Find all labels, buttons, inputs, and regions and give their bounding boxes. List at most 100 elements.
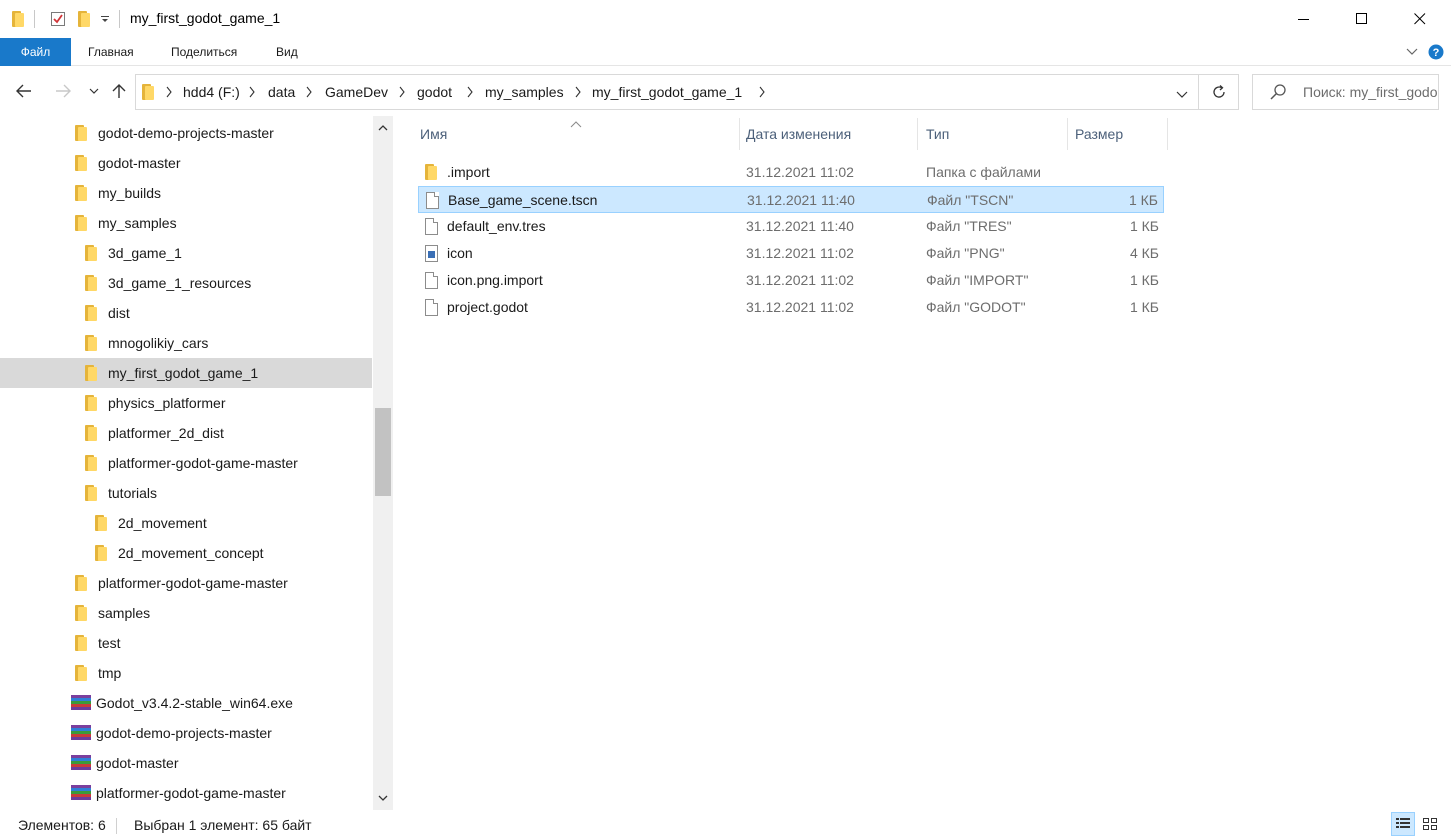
breadcrumb-my-samples[interactable]: my_samples <box>485 84 564 100</box>
expand-ribbon-icon[interactable] <box>1402 38 1422 66</box>
breadcrumb-separator-icon[interactable] <box>306 85 312 101</box>
nav-item[interactable]: godot-demo-projects-master <box>0 718 372 748</box>
breadcrumb-drive[interactable]: hdd4 (F:) <box>183 84 240 100</box>
back-button[interactable] <box>12 79 36 103</box>
column-header-name[interactable]: Имя <box>420 116 447 152</box>
column-header-type[interactable]: Тип <box>926 116 949 152</box>
nav-item[interactable]: platformer-godot-game-master <box>0 568 372 598</box>
scroll-up-arrow-icon[interactable] <box>373 118 393 138</box>
nav-item-label: samples <box>98 605 151 621</box>
archive-icon <box>71 695 91 711</box>
nav-item[interactable]: godot-master <box>0 148 372 178</box>
minimize-button[interactable] <box>1275 0 1333 38</box>
nav-item[interactable]: 3d_game_1_resources <box>0 268 372 298</box>
address-history-dropdown-icon[interactable] <box>1176 86 1188 102</box>
folder-icon <box>85 245 97 261</box>
scrollbar-thumb[interactable] <box>375 408 391 496</box>
breadcrumb-separator-icon[interactable] <box>399 85 405 101</box>
tab-view[interactable]: Вид <box>276 38 298 66</box>
file-date: 31.12.2021 11:02 <box>746 164 854 180</box>
nav-item[interactable]: 2d_movement <box>0 508 372 538</box>
breadcrumb-separator-icon[interactable] <box>166 85 172 101</box>
column-separator[interactable] <box>1067 118 1068 150</box>
help-icon[interactable]: ? <box>1426 38 1446 66</box>
customize-dropdown-icon[interactable] <box>98 9 112 29</box>
file-row[interactable]: project.godot 31.12.2021 11:02 Файл "GODOT… <box>418 294 1164 321</box>
file-row[interactable]: default_env.tres 31.12.2021 11:40 Файл "TR… <box>418 213 1164 240</box>
nav-item[interactable]: my_first_godot_game_1 <box>0 358 372 388</box>
nav-item[interactable]: 2d_movement_concept <box>0 538 372 568</box>
column-separator[interactable] <box>917 118 918 150</box>
column-separator[interactable] <box>739 118 740 150</box>
folder-icon <box>85 365 97 381</box>
tab-share[interactable]: Поделиться <box>171 38 237 66</box>
file-row[interactable]: .import 31.12.2021 11:02 Папка с файлами <box>418 159 1164 186</box>
search-box[interactable]: Поиск: my_first_godot_game_1 <box>1252 74 1439 110</box>
svg-text:?: ? <box>1433 47 1440 59</box>
tab-home[interactable]: Главная <box>88 38 134 66</box>
nav-item[interactable]: 3d_game_1 <box>0 238 372 268</box>
address-bar[interactable]: hdd4 (F:) data GameDev godot my_samples … <box>135 74 1199 110</box>
nav-item[interactable]: test <box>0 628 372 658</box>
scroll-down-arrow-icon[interactable] <box>373 788 393 808</box>
image-file-icon <box>425 245 438 265</box>
nav-item[interactable]: tutorials <box>0 478 372 508</box>
breadcrumb-separator-icon[interactable] <box>575 85 581 101</box>
breadcrumb-separator-icon[interactable] <box>759 85 765 101</box>
refresh-button[interactable] <box>1199 74 1239 110</box>
breadcrumb-godot[interactable]: godot <box>417 84 452 100</box>
nav-item[interactable]: tmp <box>0 658 372 688</box>
file-row[interactable]: Base_game_scene.tscn 31.12.2021 11:40 Файл… <box>418 186 1164 213</box>
file-row[interactable]: icon 31.12.2021 11:02 Файл "PNG" 4 КБ <box>418 240 1164 267</box>
file-list[interactable]: Имя Дата изменения Тип Размер .import 31.… <box>405 116 1451 810</box>
file-date: 31.12.2021 11:40 <box>747 192 855 208</box>
nav-item-label: physics_platformer <box>108 395 226 411</box>
folder-icon <box>425 164 437 183</box>
folder-icon <box>75 605 87 621</box>
nav-item[interactable]: mnogolikiy_cars <box>0 328 372 358</box>
nav-item[interactable]: godot-master <box>0 748 372 778</box>
nav-item[interactable]: godot-demo-projects-master <box>0 118 372 148</box>
maximize-button[interactable] <box>1333 0 1391 38</box>
breadcrumb-data[interactable]: data <box>268 84 295 100</box>
status-items-count: Элементов: 6 <box>18 817 106 833</box>
column-header-date[interactable]: Дата изменения <box>746 116 851 152</box>
tab-file[interactable]: Файл <box>0 38 71 66</box>
nav-item[interactable]: platformer_2d_dist <box>0 418 372 448</box>
file-type: Папка с файлами <box>926 164 1041 180</box>
nav-item-label: godot-master <box>98 155 181 171</box>
up-button[interactable] <box>107 79 131 103</box>
nav-item-label: test <box>98 635 121 651</box>
folder-icon <box>142 84 154 103</box>
nav-item[interactable]: physics_platformer <box>0 388 372 418</box>
close-button[interactable] <box>1391 0 1449 38</box>
breadcrumb-separator-icon[interactable] <box>249 85 255 101</box>
column-separator[interactable] <box>1167 118 1168 150</box>
nav-item[interactable]: platformer-godot-game-master <box>0 448 372 478</box>
file-size: 1 КБ <box>1128 192 1158 208</box>
forward-button[interactable] <box>51 79 75 103</box>
navigation-pane[interactable]: godot-demo-projects-master godot-master my… <box>0 116 394 810</box>
navigation-pane-scrollbar[interactable] <box>373 116 393 810</box>
new-folder-icon[interactable] <box>76 9 92 29</box>
file-row[interactable]: icon.png.import 31.12.2021 11:02 Файл "IMP… <box>418 267 1164 294</box>
folder-icon <box>10 9 26 29</box>
breadcrumb-gamedev[interactable]: GameDev <box>325 84 388 100</box>
nav-item[interactable]: samples <box>0 598 372 628</box>
nav-item[interactable]: my_builds <box>0 178 372 208</box>
details-view-button[interactable] <box>1391 812 1415 836</box>
breadcrumb-current-folder[interactable]: my_first_godot_game_1 <box>592 84 742 100</box>
column-header-size[interactable]: Размер <box>1075 116 1123 152</box>
nav-item[interactable]: platformer-godot-game-master <box>0 778 372 808</box>
nav-item[interactable]: Godot_v3.4.2-stable_win64.exe <box>0 688 372 718</box>
recent-locations-dropdown[interactable] <box>82 79 106 103</box>
nav-item[interactable]: dist <box>0 298 372 328</box>
breadcrumb-separator-icon[interactable] <box>467 85 473 101</box>
file-icon <box>425 272 438 292</box>
nav-item[interactable]: my_samples <box>0 208 372 238</box>
file-icon <box>425 299 438 319</box>
large-icons-view-button[interactable] <box>1418 812 1442 836</box>
search-input[interactable]: Поиск: my_first_godot_game_1 <box>1303 84 1437 100</box>
properties-check-icon[interactable] <box>48 9 68 29</box>
nav-item-label: Godot_v3.4.2-stable_win64.exe <box>96 695 293 711</box>
